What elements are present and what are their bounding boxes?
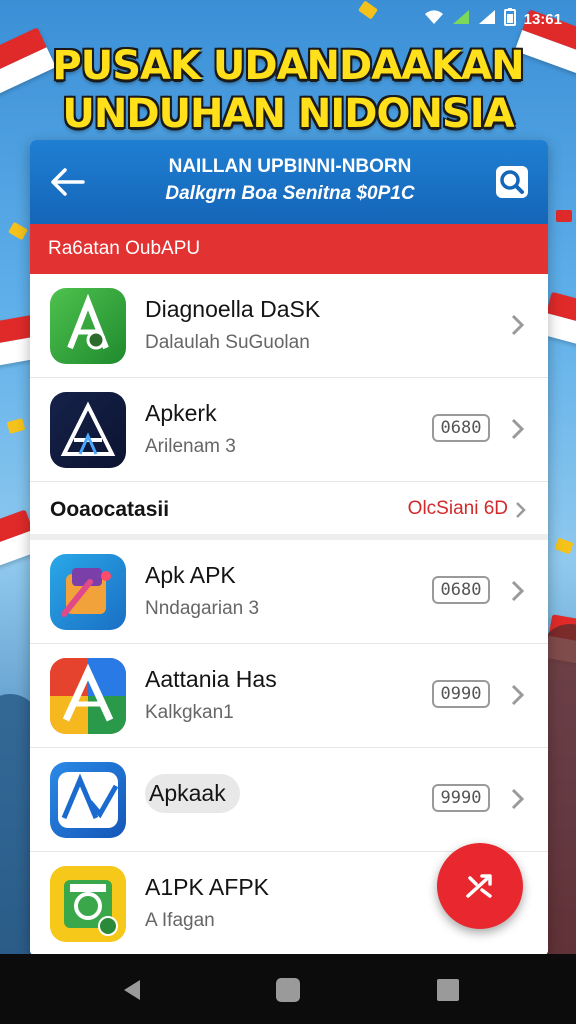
list-item[interactable]: Aattania Has Kalkgkan1 0990: [30, 644, 548, 748]
promo-headline: PUSAK UDANDAAKAN UNDUHAN NIDONSIA: [0, 42, 576, 138]
battery-icon: [503, 8, 516, 30]
chevron-right-icon: [511, 788, 525, 810]
section-banner: Ra6atan OubAPU: [30, 224, 548, 274]
signal-icon: [452, 9, 470, 29]
app-bar-title: NAILLAN UPBINNI-NBORN: [168, 156, 412, 177]
chevron-right-icon: [511, 684, 525, 706]
nav-home-icon[interactable]: [274, 976, 302, 1004]
category-action-link[interactable]: OlcSiani 6D: [408, 498, 508, 520]
app-icon: [50, 866, 126, 942]
search-button[interactable]: [492, 162, 532, 202]
list-item[interactable]: Apkaak 9990: [30, 748, 548, 852]
category-label: Ooaocatasii: [50, 498, 170, 521]
app-subtitle: Arilenam 3: [145, 436, 236, 457]
system-navigation-bar: [0, 954, 576, 1024]
chevron-right-icon: [511, 580, 525, 602]
chevron-right-icon: [516, 502, 526, 518]
app-name: Aattania Has: [145, 666, 277, 692]
app-subtitle: Nndagarian 3: [145, 598, 260, 619]
app-subtitle: Dalaulah SuGuolan: [145, 332, 310, 353]
nav-recents-icon[interactable]: [434, 976, 462, 1004]
app-name: Apkaak: [145, 774, 240, 813]
app-subtitle: Kalkgkan1: [145, 702, 234, 723]
app-icon: [50, 554, 126, 630]
app-icon: [50, 288, 126, 364]
status-bar: 13:61: [0, 0, 576, 38]
app-bar: NAILLAN UPBINNI-NBORN Dalkgrn Boa Senitn…: [30, 140, 548, 224]
size-badge: 0680: [432, 576, 490, 604]
nav-back-icon[interactable]: [118, 976, 146, 1004]
app-name: Apkerk: [145, 400, 217, 426]
headline-line-2: UNDUHAN NIDONSIA: [62, 91, 514, 137]
shuffle-icon: [466, 874, 492, 898]
app-icon: [50, 762, 126, 838]
signal-icon-secondary: [478, 9, 496, 29]
chevron-right-icon: [511, 418, 525, 440]
back-arrow-icon: [51, 168, 85, 196]
app-name: Diagnoella DaSK: [145, 296, 321, 322]
wifi-icon: [424, 9, 444, 29]
list-item[interactable]: Apk APK Nndagarian 3 0680: [30, 540, 548, 644]
size-badge: 0680: [432, 414, 490, 442]
app-bar-subtitle: Dalkgrn Boa Senitna $0P1C: [165, 183, 415, 204]
app-subtitle: A Ifagan: [145, 910, 215, 931]
app-icon: [50, 392, 126, 468]
size-badge: 9990: [432, 784, 490, 812]
list-item[interactable]: Apkerk Arilenam 3 0680: [30, 378, 548, 482]
status-time: 13:61: [523, 10, 562, 28]
app-store-panel: NAILLAN UPBINNI-NBORN Dalkgrn Boa Senitn…: [30, 140, 548, 956]
back-button[interactable]: [48, 162, 88, 202]
app-name: A1PK AFPK: [145, 874, 270, 900]
floating-action-button[interactable]: [437, 843, 523, 929]
search-icon: [496, 166, 528, 198]
app-name: Apk APK: [145, 562, 236, 588]
chevron-right-icon: [511, 314, 525, 336]
category-header[interactable]: Ooaocatasii OlcSiani 6D: [30, 482, 548, 540]
app-icon: [50, 658, 126, 734]
headline-line-1: PUSAK UDANDAAKAN: [52, 43, 524, 89]
size-badge: 0990: [432, 680, 490, 708]
list-item[interactable]: Diagnoella DaSK Dalaulah SuGuolan: [30, 274, 548, 378]
app-name-pill: Apkaak: [145, 774, 240, 813]
